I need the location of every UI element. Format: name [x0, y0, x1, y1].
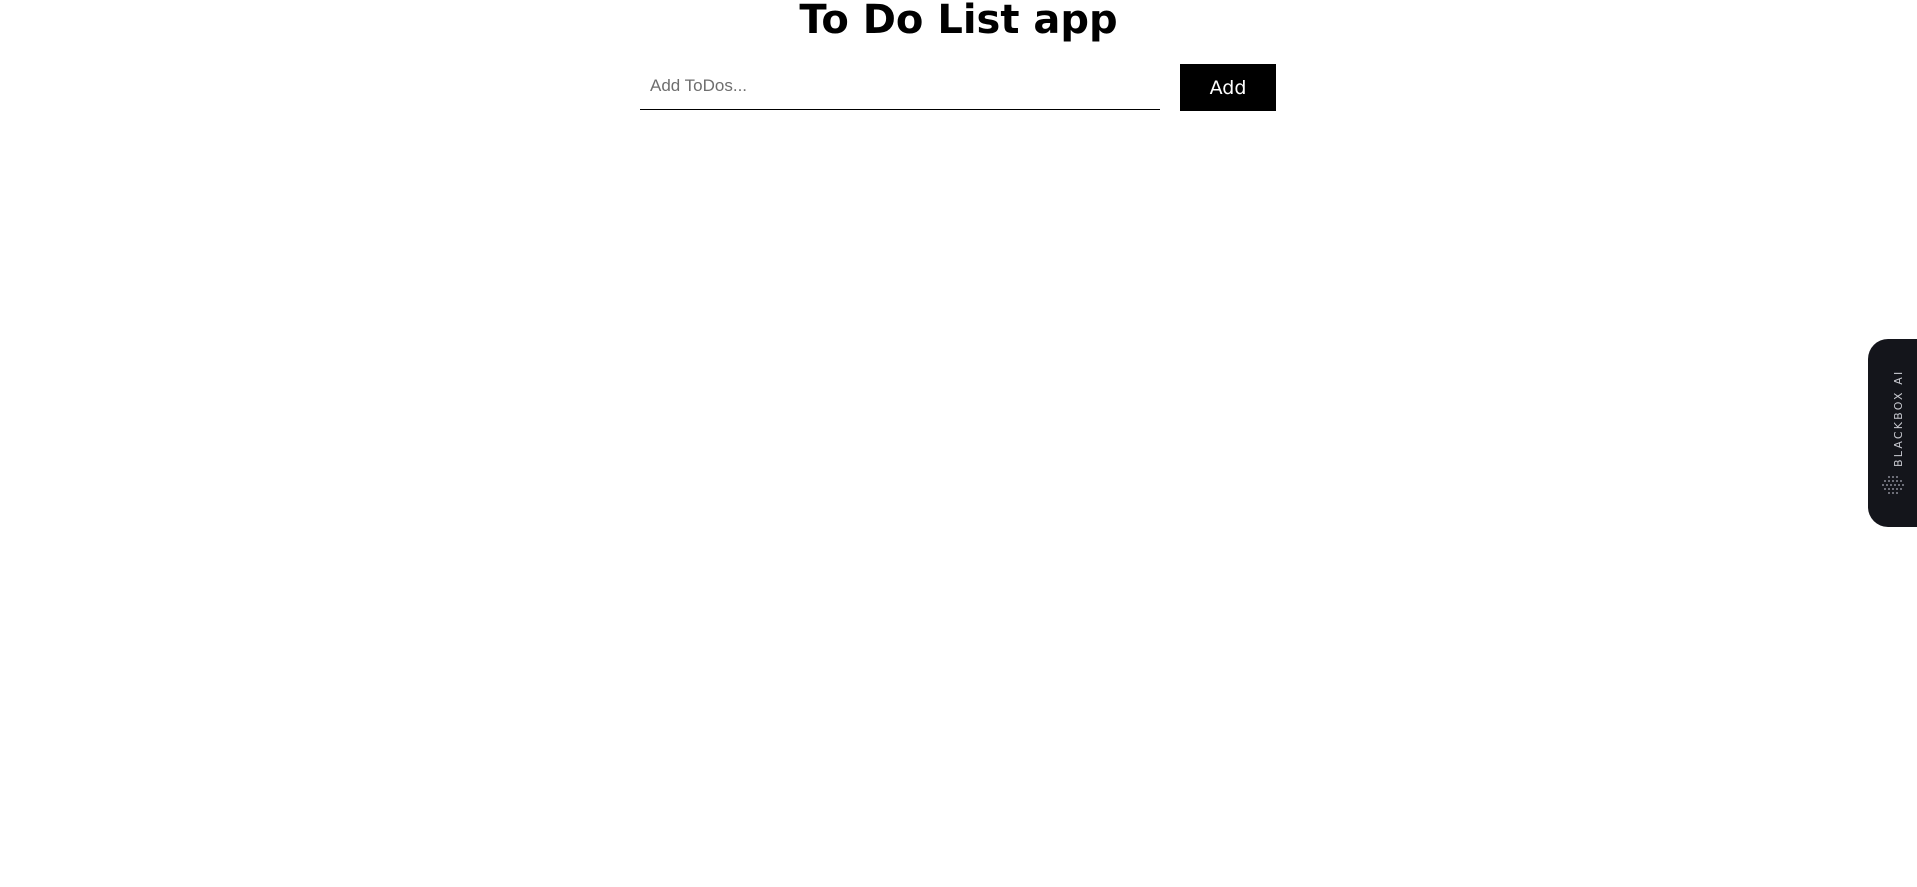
todo-input[interactable] [640, 63, 1160, 110]
todo-app: To Do List app Add BLACKBOX AI [0, 0, 1917, 887]
blackbox-ai-label: BLACKBOX AI [1892, 369, 1905, 467]
page-title: To Do List app [799, 0, 1118, 43]
add-button[interactable]: Add [1180, 64, 1276, 111]
add-todo-form: Add [640, 63, 1276, 111]
blackbox-dots-icon [1882, 476, 1904, 494]
blackbox-ai-tab[interactable]: BLACKBOX AI [1868, 339, 1917, 527]
